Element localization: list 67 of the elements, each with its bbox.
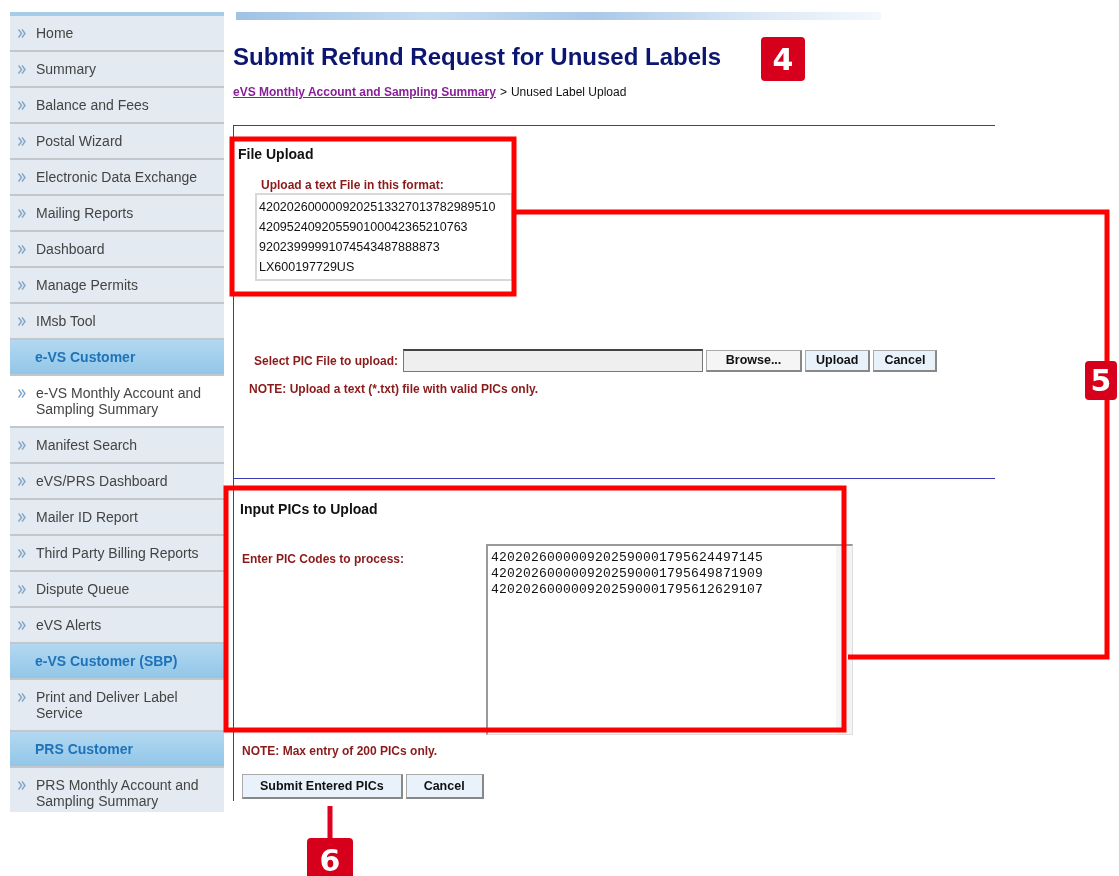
- field-label: Enter PIC Codes to process:: [241, 551, 406, 568]
- step-badge: 5: [1085, 361, 1117, 400]
- double-chevron-icon: [18, 441, 26, 450]
- sidebar-item[interactable]: Home: [10, 16, 224, 52]
- sample-line: 420952409205590100042365210763: [259, 219, 469, 236]
- step-badge: 4: [761, 37, 805, 81]
- cancel-button[interactable]: Cancel: [873, 349, 938, 372]
- double-chevron-icon: [18, 173, 26, 182]
- sidebar-item[interactable]: Manage Permits: [10, 268, 224, 304]
- sidebar-item[interactable]: eVS/PRS Dashboard: [10, 464, 224, 500]
- sidebar-item[interactable]: Mailer ID Report: [10, 500, 224, 536]
- pic-code-line: 4202026000009202590001795624497145: [491, 550, 765, 566]
- double-chevron-icon: [18, 209, 26, 218]
- breadcrumb-link[interactable]: eVS Monthly Account and Sampling Summary: [233, 85, 496, 99]
- sidebar-item[interactable]: eVS Alerts: [10, 608, 224, 644]
- sample-line: 92023999991074543487888873: [259, 239, 441, 256]
- pic-code-line: 4202026000009202590001795612629107: [491, 582, 765, 598]
- page-title: Submit Refund Request for Unused Labels: [233, 42, 722, 72]
- leader-line: [327, 806, 333, 838]
- cancel-button[interactable]: Cancel: [405, 774, 484, 799]
- sidebar-section-header: e-VS Customer (SBP): [10, 644, 224, 680]
- double-chevron-icon: [18, 621, 26, 630]
- double-chevron-icon: [18, 317, 26, 326]
- submit-button[interactable]: Submit Entered PICs: [242, 774, 403, 799]
- section-heading: File Upload: [238, 146, 315, 162]
- sample-line: LX600197729US: [259, 259, 356, 276]
- breadcrumb-current: Unused Label Upload: [510, 85, 627, 99]
- step-badge: 6: [307, 838, 353, 876]
- sample-line: 4202026000009202513327013782989510: [259, 199, 497, 216]
- double-chevron-icon: [18, 585, 26, 594]
- sidebar-item[interactable]: Print and Deliver Label Service: [10, 680, 224, 732]
- pic-codes-field[interactable]: 4202026000009202590001795624497145 4202026000009202590001795649871909 4202026000009202590001795612629107: [486, 544, 853, 735]
- sidebar-section-header: e-VS Customer: [10, 340, 224, 376]
- sidebar-item[interactable]: Dashboard: [10, 232, 224, 268]
- note-text: NOTE: Max entry of 200 PICs only.: [242, 744, 439, 758]
- note-text: NOTE: Upload a text (*.txt) file with valid PICs only.: [249, 382, 540, 396]
- pic-code-line: 4202026000009202590001795649871909: [491, 566, 765, 582]
- sidebar-item[interactable]: Balance and Fees: [10, 88, 224, 124]
- sidebar-item[interactable]: Dispute Queue: [10, 572, 224, 608]
- double-chevron-icon: [18, 29, 26, 38]
- file-label: Select PIC File to upload:: [254, 353, 399, 368]
- sidebar-item[interactable]: Postal Wizard: [10, 124, 224, 160]
- sidebar-item[interactable]: Mailing Reports: [10, 196, 224, 232]
- sidebar-item[interactable]: Summary: [10, 52, 224, 88]
- sidebar-item[interactable]: Third Party Billing Reports: [10, 536, 224, 572]
- double-chevron-icon: [18, 245, 26, 254]
- sidebar-item[interactable]: IMsb Tool: [10, 304, 224, 340]
- file-path-field[interactable]: [403, 349, 704, 372]
- sidebar-section-header: PRS Customer: [10, 732, 224, 768]
- sidebar-item[interactable]: Electronic Data Exchange: [10, 160, 224, 196]
- double-chevron-icon: [18, 137, 26, 146]
- section-heading: Input PICs to Upload: [240, 501, 379, 517]
- double-chevron-icon: [18, 389, 26, 398]
- sidebar-item[interactable]: PRS Monthly Account and Sampling Summary: [10, 768, 224, 812]
- double-chevron-icon: [18, 477, 26, 486]
- sidebar-item[interactable]: Manifest Search: [10, 428, 224, 464]
- upload-button[interactable]: Upload: [805, 349, 871, 372]
- format-label: Upload a text File in this format:: [261, 178, 445, 192]
- double-chevron-icon: [18, 781, 26, 790]
- double-chevron-icon: [18, 513, 26, 522]
- double-chevron-icon: [18, 101, 26, 110]
- breadcrumb-separator: >: [499, 85, 507, 99]
- browse-button[interactable]: Browse...: [706, 349, 803, 372]
- double-chevron-icon: [18, 693, 26, 702]
- double-chevron-icon: [18, 65, 26, 74]
- double-chevron-icon: [18, 281, 26, 290]
- double-chevron-icon: [18, 549, 26, 558]
